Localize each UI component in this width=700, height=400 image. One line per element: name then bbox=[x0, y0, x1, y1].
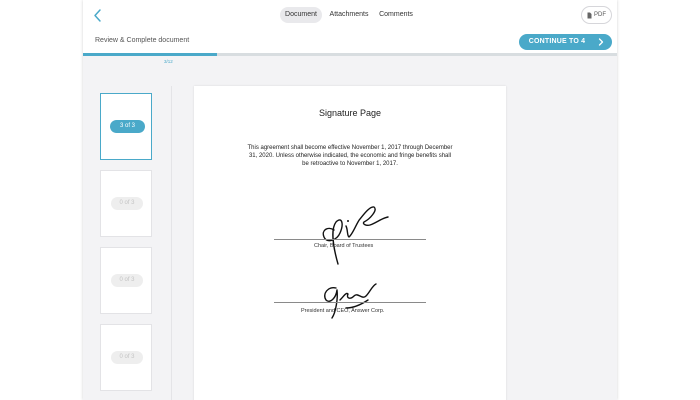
page-thumbnail-4[interactable]: 0 of 3 bbox=[100, 324, 152, 391]
continue-button[interactable]: CONTINUE TO 4 bbox=[519, 34, 612, 50]
page-thumbnail-2[interactable]: 0 of 3 bbox=[100, 170, 152, 237]
tab-attachments[interactable]: Attachments bbox=[329, 7, 369, 23]
thumbnail-status-badge: 3 of 3 bbox=[110, 120, 145, 133]
document-paragraph: This agreement shall become effective No… bbox=[247, 145, 453, 167]
progress-bar bbox=[83, 53, 617, 56]
top-navigation-bar: Document Attachments Comments PDF bbox=[83, 0, 617, 32]
signature-caption-president: President and CEO, Answer Corp. bbox=[301, 308, 385, 314]
page-thumbnail-3[interactable]: 0 of 3 bbox=[100, 247, 152, 314]
signature-line-chair bbox=[274, 239, 426, 240]
progress-bar-fill bbox=[83, 53, 217, 56]
chevron-right-icon bbox=[598, 38, 604, 46]
app-window: Document Attachments Comments PDF Review… bbox=[83, 0, 617, 400]
pdf-button-label: PDF bbox=[594, 12, 606, 18]
pdf-button[interactable]: PDF bbox=[581, 6, 612, 24]
chevron-left-icon bbox=[94, 9, 101, 22]
review-title: Review & Complete document bbox=[95, 37, 190, 44]
file-icon bbox=[587, 12, 592, 18]
thumbnail-divider bbox=[171, 86, 172, 400]
thumbnail-status-badge: 0 of 3 bbox=[111, 197, 143, 210]
back-button[interactable] bbox=[91, 8, 105, 23]
thumbnail-status-badge: 0 of 3 bbox=[111, 274, 143, 287]
signature-line-president bbox=[274, 302, 426, 303]
document-action-bar: Review & Complete document CONTINUE TO 4 bbox=[83, 31, 617, 54]
signature-president[interactable] bbox=[316, 278, 386, 322]
thumbnail-status-badge: 0 of 3 bbox=[111, 351, 143, 364]
document-title: Signature Page bbox=[318, 108, 382, 118]
progress-label: 3/12 bbox=[164, 59, 173, 64]
continue-button-label: CONTINUE TO 4 bbox=[528, 38, 586, 45]
tab-comments[interactable]: Comments bbox=[379, 7, 413, 23]
signature-caption-chair: Chair, Board of Trustees bbox=[314, 243, 374, 249]
document-page: Signature Page This agreement shall beco… bbox=[194, 86, 506, 400]
page-thumbnail-1[interactable]: 3 of 3 bbox=[100, 93, 152, 160]
tab-document[interactable]: Document bbox=[280, 7, 322, 23]
